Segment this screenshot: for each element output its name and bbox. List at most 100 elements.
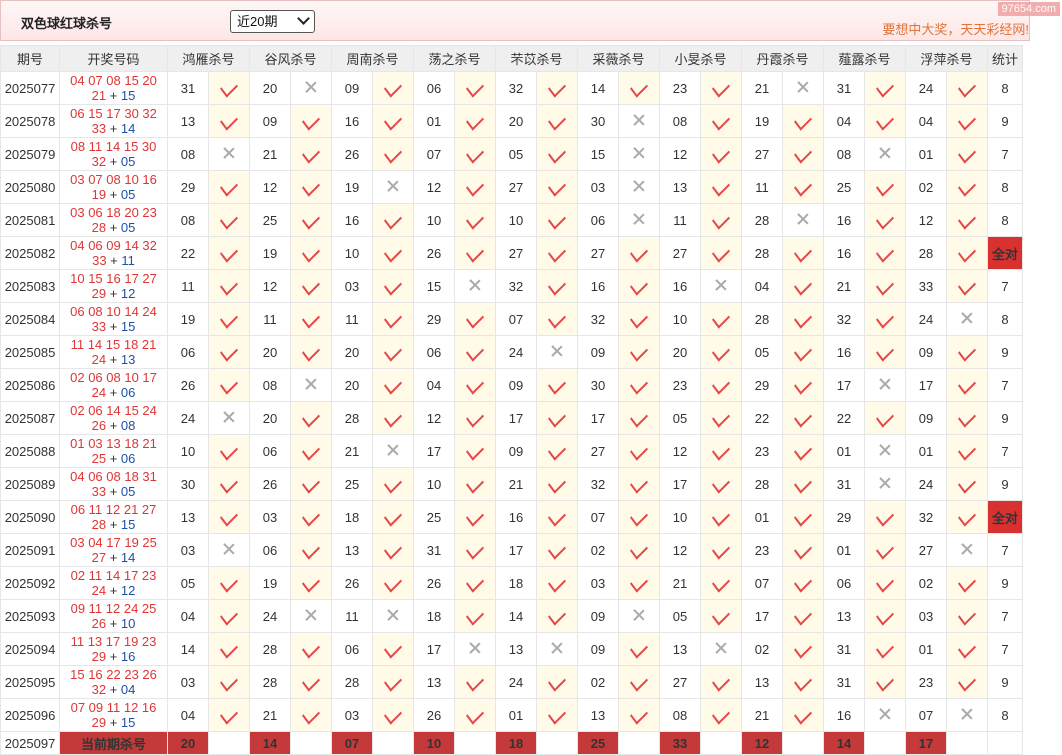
kill-number: 09 bbox=[249, 104, 291, 138]
wrong-mark bbox=[290, 71, 332, 105]
kill-number: 11 bbox=[249, 302, 291, 336]
correct-mark bbox=[700, 698, 742, 732]
kill-number: 27 bbox=[495, 236, 537, 270]
correct-mark bbox=[700, 71, 742, 105]
kill-number: 14 bbox=[577, 71, 619, 105]
blue-ball: 12 bbox=[120, 286, 136, 301]
correct-mark bbox=[290, 632, 332, 666]
kill-number: 25 bbox=[823, 170, 865, 204]
correct-mark bbox=[372, 104, 414, 138]
kill-number: 10 bbox=[331, 236, 373, 270]
correct-mark bbox=[946, 104, 988, 138]
correct-mark bbox=[782, 401, 824, 435]
red-ball-last: 21 bbox=[91, 88, 107, 103]
checkmark-icon bbox=[630, 340, 648, 362]
correct-mark bbox=[372, 203, 414, 237]
table-row: 2025081 03 06 18 20 23 28 + 05 08 25 16 10 10 06… bbox=[0, 203, 1023, 237]
correct-mark bbox=[700, 170, 742, 204]
checkmark-icon bbox=[466, 604, 484, 626]
kill-number: 03 bbox=[331, 698, 373, 732]
checkmark-icon bbox=[548, 505, 566, 527]
checkmark-icon bbox=[630, 241, 648, 263]
kill-number: 06 bbox=[249, 533, 291, 567]
cross-icon bbox=[797, 81, 809, 93]
correct-mark bbox=[864, 533, 906, 567]
correct-mark bbox=[864, 500, 906, 534]
checkmark-icon bbox=[630, 76, 648, 98]
checkmark-icon bbox=[548, 241, 566, 263]
correct-mark bbox=[618, 302, 660, 336]
kill-number: 24 bbox=[495, 665, 537, 699]
kill-number: 12 bbox=[249, 170, 291, 204]
current-kill-number: 33 bbox=[659, 731, 701, 755]
plus-sign: + bbox=[106, 253, 122, 268]
kill-number: 03 bbox=[167, 665, 209, 699]
wrong-mark bbox=[864, 434, 906, 468]
table-row: 2025079 08 11 14 15 30 32 + 05 08 21 26 07 05 15… bbox=[0, 137, 1023, 171]
correct-mark bbox=[782, 335, 824, 369]
draw-numbers: 15 16 22 23 26 32 + 04 bbox=[59, 665, 168, 699]
correct-mark bbox=[536, 302, 578, 336]
cross-icon bbox=[633, 147, 645, 159]
kill-number: 12 bbox=[413, 401, 455, 435]
stat-count: 7 bbox=[987, 599, 1023, 633]
checkmark-icon bbox=[220, 439, 238, 461]
correct-mark bbox=[290, 335, 332, 369]
kill-number: 31 bbox=[823, 632, 865, 666]
blue-ball: 05 bbox=[120, 220, 136, 235]
checkmark-icon bbox=[794, 571, 812, 593]
correct-mark bbox=[536, 170, 578, 204]
correct-mark bbox=[290, 467, 332, 501]
correct-mark bbox=[946, 236, 988, 270]
checkmark-icon bbox=[466, 505, 484, 527]
kill-number: 26 bbox=[413, 236, 455, 270]
kill-number: 09 bbox=[577, 335, 619, 369]
kill-number: 01 bbox=[495, 698, 537, 732]
wrong-mark bbox=[372, 170, 414, 204]
stat-count: 8 bbox=[987, 71, 1023, 105]
red-balls: 06 08 10 14 24 bbox=[70, 304, 157, 319]
correct-mark bbox=[946, 401, 988, 435]
correct-mark bbox=[536, 401, 578, 435]
cross-icon bbox=[305, 609, 317, 621]
kill-number: 17 bbox=[741, 599, 783, 633]
stat-count: 8 bbox=[987, 302, 1023, 336]
kill-number: 27 bbox=[577, 236, 619, 270]
correct-mark bbox=[864, 401, 906, 435]
correct-mark bbox=[864, 302, 906, 336]
current-kill-number: 12 bbox=[741, 731, 783, 755]
checkmark-icon bbox=[876, 604, 894, 626]
plus-sign: + bbox=[106, 319, 121, 334]
cross-icon bbox=[879, 477, 891, 489]
correct-mark bbox=[208, 566, 250, 600]
correct-mark bbox=[290, 401, 332, 435]
checkmark-icon bbox=[630, 670, 648, 692]
checkmark-icon bbox=[794, 340, 812, 362]
kill-number: 22 bbox=[823, 401, 865, 435]
correct-mark bbox=[700, 500, 742, 534]
checkmark-icon bbox=[220, 175, 238, 197]
kill-number: 13 bbox=[495, 632, 537, 666]
checkmark-icon bbox=[794, 670, 812, 692]
correct-mark bbox=[208, 71, 250, 105]
kill-number: 20 bbox=[249, 401, 291, 435]
issue-number: 2025078 bbox=[0, 104, 60, 138]
checkmark-icon bbox=[548, 670, 566, 692]
checkmark-icon bbox=[876, 571, 894, 593]
checkmark-icon bbox=[712, 373, 730, 395]
checkmark-icon bbox=[794, 109, 812, 131]
checkmark-icon bbox=[302, 538, 320, 560]
correct-mark bbox=[946, 269, 988, 303]
draw-numbers: 02 06 08 10 17 24 + 06 bbox=[59, 368, 168, 402]
correct-mark bbox=[290, 434, 332, 468]
blue-ball: 15 bbox=[120, 88, 136, 103]
checkmark-icon bbox=[548, 76, 566, 98]
kill-number: 13 bbox=[577, 698, 619, 732]
red-ball-last: 25 bbox=[91, 451, 107, 466]
period-select[interactable]: 近20期 bbox=[230, 10, 315, 33]
red-balls: 07 09 11 12 16 bbox=[70, 700, 157, 715]
correct-mark bbox=[536, 71, 578, 105]
kill-number: 10 bbox=[659, 302, 701, 336]
checkmark-icon bbox=[220, 340, 238, 362]
kill-number: 07 bbox=[495, 302, 537, 336]
